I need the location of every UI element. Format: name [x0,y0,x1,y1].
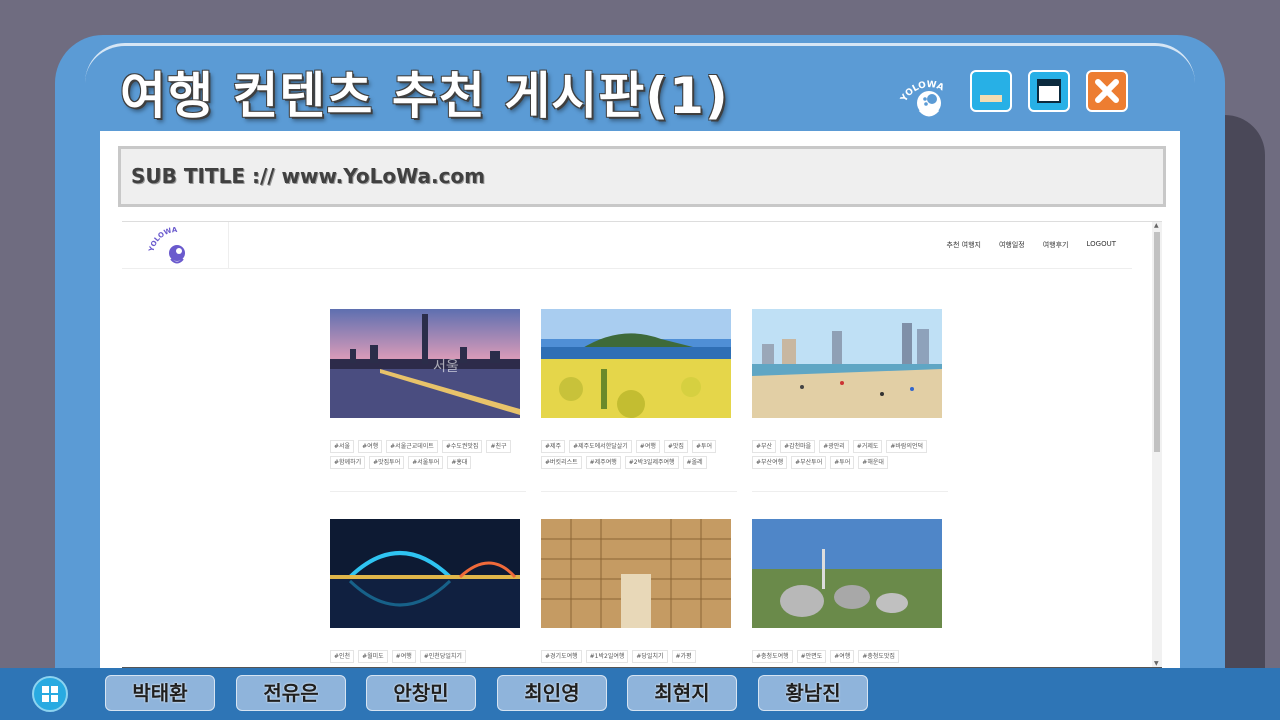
tag[interactable]: #투어 [691,440,717,453]
card-seoul[interactable]: 서울 #서울 #여행 #서울근교데이트 #수도권맛집 #친구 #함께하기 #맛집… [330,309,526,492]
minimize-button[interactable] [970,70,1012,112]
tag[interactable]: #맛집투어 [369,456,405,469]
close-icon [1095,79,1119,103]
card-image-seoul[interactable]: 서울 [330,309,520,418]
tag[interactable]: #수도권맛집 [441,440,483,453]
close-button[interactable] [1086,70,1128,112]
taskbar-member-1[interactable]: 박태환 [105,675,215,711]
tag[interactable]: #제주도에서한달살기 [569,440,632,453]
subtitle-text: SUB TITLE :// www.YoLoWa.com [131,164,486,188]
tag[interactable]: #충청도여행 [752,650,793,663]
taskbar-member-5[interactable]: 최현지 [627,675,737,711]
nav-recommended[interactable]: 추천 여행지 [947,240,981,250]
tag[interactable]: #버킷리스트 [541,456,582,469]
card-image-chungcheong[interactable] [752,519,942,628]
yolowa-logo-icon: YOLOWA [899,80,945,117]
subtitle-box: SUB TITLE :// www.YoLoWa.com [118,146,1166,207]
card-image-gyeonggi[interactable] [541,519,731,628]
tag[interactable]: #서울근교데이트 [386,440,438,453]
logo-divider [228,222,229,268]
card-incheon[interactable]: #인천 #월미도 #여행 #인천당일치기 [330,519,526,663]
tag[interactable]: #투어 [830,456,855,469]
taskbar-member-2[interactable]: 전유은 [236,675,346,711]
tag[interactable]: #여행 [830,650,855,663]
maximize-button[interactable] [1028,70,1070,112]
tag[interactable]: #2박3일제주여행 [624,456,679,469]
nav-reviews[interactable]: 여행후기 [1043,240,1069,250]
card-tags-jeju: #제주 #제주도에서한달살기 #여행 #맛집 #투어 #버킷리스트 #제주여행 … [541,440,735,469]
tag[interactable]: #서울 [330,440,355,453]
vertical-scrollbar[interactable]: ▲ ▼ [1152,222,1162,667]
tag[interactable]: #부산 [752,440,777,453]
tag[interactable]: #안면도 [796,650,827,663]
card-busan[interactable]: #부산 #감천마을 #광안리 #거제도 #바람의언덕 #부산여행 #부산투어 #… [752,309,948,492]
scroll-up-arrow-icon[interactable]: ▲ [1154,222,1159,229]
card-tags-incheon: #인천 #월미도 #여행 #인천당일치기 [330,650,524,663]
tag[interactable]: #당일치기 [632,650,668,663]
tag[interactable]: #함께하기 [330,456,366,469]
tag[interactable]: #제주 [541,440,566,453]
tag[interactable]: #가평 [671,650,696,663]
card-separator [541,491,737,492]
tag[interactable]: #감천마을 [780,440,816,453]
start-button[interactable] [32,676,68,712]
nav-itinerary[interactable]: 여행일정 [999,240,1025,250]
content-area: SUB TITLE :// www.YoLoWa.com YOLOWA 추천 여… [100,131,1180,671]
site-header: YOLOWA 추천 여행지 여행일정 여행후기 LOGOUT [122,222,1132,269]
card-image-incheon[interactable] [330,519,520,628]
tag[interactable]: #인천당일치기 [419,650,466,663]
taskbar-member-4[interactable]: 최인영 [497,675,607,711]
tag[interactable]: #바람의언덕 [886,440,928,453]
card-tags-chungcheong: #충청도여행 #안면도 #여행 #충청도맛집 [752,650,946,663]
tag[interactable]: #해운대 [858,456,888,469]
tag[interactable]: #여행 [358,440,383,453]
tag[interactable]: #서울투어 [408,456,444,469]
tag[interactable]: #제주여행 [585,456,621,469]
card-tags-seoul: #서울 #여행 #서울근교데이트 #수도권맛집 #친구 #함께하기 #맛집투어 … [330,440,524,469]
card-chungcheong[interactable]: #충청도여행 #안면도 #여행 #충청도맛집 [752,519,948,663]
tag[interactable]: #부산여행 [752,456,788,469]
site-nav: 추천 여행지 여행일정 여행후기 LOGOUT [947,240,1116,250]
scroll-thumb[interactable] [1154,232,1160,452]
card-image-busan[interactable] [752,309,942,418]
tag[interactable]: #인천 [330,650,355,663]
tag[interactable]: #월미도 [358,650,388,663]
tag[interactable]: #거제도 [852,440,883,453]
taskbar-member-3[interactable]: 안창민 [366,675,476,711]
windows-icon [42,686,58,702]
site-logo-icon[interactable]: YOLOWA [148,226,206,266]
taskbar: 박태환 전유은 안창민 최인영 최현지 황남진 [0,668,1280,720]
card-separator [752,491,948,492]
tag[interactable]: #맛집 [663,440,688,453]
card-separator [330,491,526,492]
tag[interactable]: #여행 [391,650,416,663]
card-image-jeju[interactable] [541,309,731,418]
tag[interactable]: #홍대 [447,456,472,469]
card-tags-gyeonggi: #경기도여행 #1박2일여행 #당일치기 #가평 [541,650,735,663]
tag[interactable]: #광안리 [819,440,849,453]
card-tags-busan: #부산 #감천마을 #광안리 #거제도 #바람의언덕 #부산여행 #부산투어 #… [752,440,946,469]
taskbar-member-6[interactable]: 황남진 [758,675,868,711]
window-title: 여행 컨텐츠 추천 게시판(1) [120,67,729,125]
card-jeju[interactable]: #제주 #제주도에서한달살기 #여행 #맛집 #투어 #버킷리스트 #제주여행 … [541,309,737,492]
seoul-overlay-text: 서울 [433,359,459,375]
card-gyeonggi[interactable]: #경기도여행 #1박2일여행 #당일치기 #가평 [541,519,737,663]
tag[interactable]: #부산투어 [791,456,827,469]
tag[interactable]: #올레 [682,456,707,469]
nav-logout[interactable]: LOGOUT [1087,240,1117,250]
tag[interactable]: #여행 [635,440,660,453]
tag[interactable]: #충청도맛집 [858,650,899,663]
tag[interactable]: #경기도여행 [541,650,582,663]
tag[interactable]: #1박2일여행 [585,650,629,663]
scroll-down-arrow-icon[interactable]: ▼ [1154,660,1159,667]
website-screenshot: YOLOWA 추천 여행지 여행일정 여행후기 LOGOUT 서울 #서울 #여… [122,221,1162,668]
tag[interactable]: #친구 [486,440,511,453]
